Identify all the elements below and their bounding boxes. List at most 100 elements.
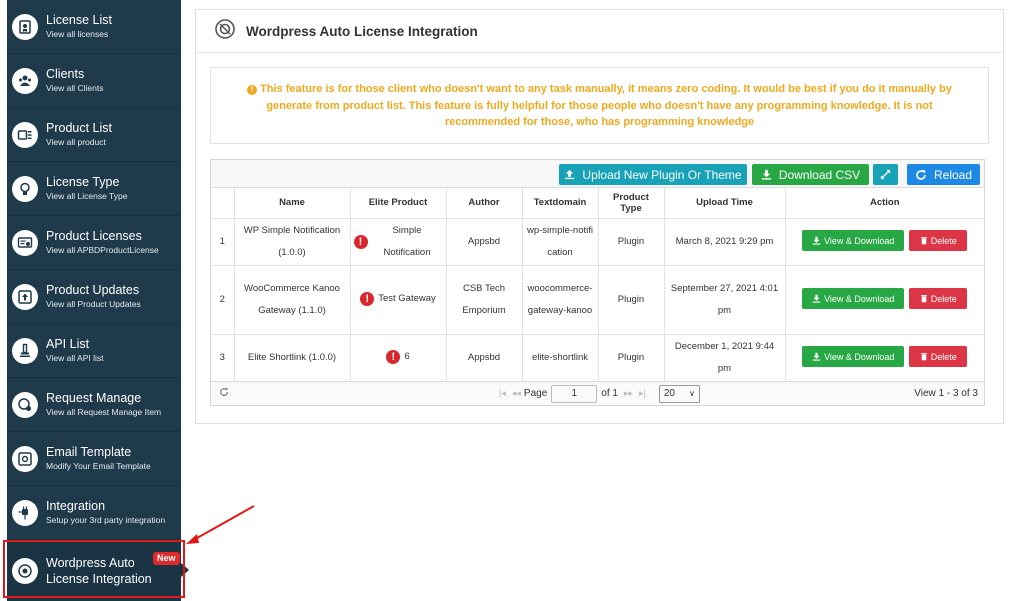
notice-box: ! This feature is for those client who do…: [210, 67, 989, 144]
sidebar-item-email-template[interactable]: Email Template Modify Your Email Template: [7, 432, 181, 486]
row-elite: ! Simple Notification: [350, 218, 447, 266]
delete-button[interactable]: Delete: [909, 346, 968, 368]
sidebar-item-title: Clients: [46, 66, 85, 81]
bulb-icon: [12, 175, 38, 202]
sidebar-item-subtitle: View all License Type: [46, 191, 128, 202]
row-textdomain: wp-simple-notification: [522, 218, 599, 266]
row-name: WP Simple Notification (1.0.0): [234, 218, 351, 266]
sidebar-item-subtitle: View all product: [46, 137, 106, 148]
pager: |◂ ◂◂ Page 1 of 1 ▸▸ ▸| 20 ∨ View 1 - 3 o…: [211, 381, 984, 405]
sidebar-item-title: License Type: [46, 174, 120, 189]
sidebar-item-subtitle: Setup your 3rd party integration: [46, 515, 166, 526]
sidebar-item-product-licenses[interactable]: Product Licenses View all APBDProductLice…: [7, 216, 181, 270]
row-type: Plugin: [598, 265, 665, 335]
sidebar-item-subtitle: View all Product Updates: [46, 299, 141, 310]
col-header-product-type[interactable]: Product Type: [598, 188, 665, 219]
view-download-button[interactable]: View & Download: [802, 288, 905, 310]
view-download-label: View & Download: [824, 351, 895, 362]
view-download-button[interactable]: View & Download: [802, 230, 905, 252]
row-actions: View & Download Delete: [785, 265, 984, 335]
license-table: Name Elite Product Author Textdomain Pro…: [211, 188, 984, 382]
delete-label: Delete: [930, 235, 957, 246]
delete-button[interactable]: Delete: [909, 230, 968, 252]
row-type: Plugin: [598, 334, 665, 382]
sidebar-item-title: API List: [46, 336, 90, 351]
col-header-action: Action: [785, 188, 984, 219]
refresh-pager-icon[interactable]: [219, 387, 229, 400]
sidebar-item-subtitle: View all APBDProductLicense: [46, 245, 159, 256]
row-elite-text: Simple Notification: [383, 224, 431, 258]
page-size-value: 20: [663, 388, 675, 399]
page-input[interactable]: 1: [551, 384, 598, 403]
table-header-row: Name Elite Product Author Textdomain Pro…: [211, 188, 984, 219]
page-size-select[interactable]: 20 ∨: [658, 384, 700, 403]
trash-icon: [920, 237, 927, 245]
col-header-name[interactable]: Name: [234, 188, 351, 219]
warning-icon: !: [247, 85, 258, 95]
settings-cog-icon: [12, 391, 38, 418]
sidebar-item-title: Product Licenses: [46, 228, 142, 243]
row-num: 3: [211, 334, 235, 382]
prev-page-icon[interactable]: ◂◂: [512, 388, 521, 399]
sidebar-item-subtitle: Modify Your Email Template: [46, 461, 151, 472]
trash-icon: [920, 295, 927, 303]
certificate-icon: [12, 229, 38, 256]
sidebar-item-title: Email Template: [46, 444, 132, 459]
sidebar-item-product-updates[interactable]: Product Updates View all Product Updates: [7, 270, 181, 324]
license-icon: [12, 13, 38, 40]
sidebar-item-license-list[interactable]: License List View all licenses: [7, 0, 181, 54]
sidebar-item-title: Product Updates: [46, 282, 140, 297]
next-page-icon[interactable]: ▸▸: [624, 388, 633, 399]
delete-button[interactable]: Delete: [909, 288, 968, 310]
row-elite: ! 6: [350, 334, 447, 382]
fullscreen-button[interactable]: [873, 164, 898, 185]
row-time: December 1, 2021 9:44 pm: [664, 334, 786, 382]
sidebar-item-license-type[interactable]: License Type View all License Type: [7, 162, 181, 216]
sidebar-item-api-list[interactable]: API List View all API list: [7, 324, 181, 378]
col-header-textdomain[interactable]: Textdomain: [522, 188, 599, 219]
last-page-icon[interactable]: ▸|: [639, 388, 646, 399]
row-elite-text: 6: [404, 351, 410, 362]
download-csv-label: Download CSV: [778, 167, 861, 182]
sidebar-item-title: License List: [46, 12, 113, 27]
col-header-elite-product[interactable]: Elite Product: [350, 188, 447, 219]
sidebar-item-subtitle: View all Request Manage Item: [46, 407, 162, 418]
sidebar-item-integration[interactable]: Integration Setup your 3rd party integrat…: [7, 486, 181, 540]
sidebar-item-subtitle: View all API list: [46, 353, 104, 364]
view-info: View 1 - 3 of 3: [914, 388, 978, 399]
exclamation-icon: !: [386, 350, 401, 364]
first-page-icon[interactable]: |◂: [499, 388, 506, 399]
row-elite: ! Test Gateway: [350, 265, 447, 335]
col-header-author[interactable]: Author: [446, 188, 523, 219]
view-download-label: View & Download: [824, 235, 895, 246]
api-icon: [12, 337, 38, 364]
sidebar-item-product-list[interactable]: Product List View all product: [7, 108, 181, 162]
row-name: WooCommerce Kanoo Gateway (1.1.0): [234, 265, 351, 335]
exclamation-icon: !: [360, 292, 375, 306]
view-download-button[interactable]: View & Download: [802, 346, 905, 368]
row-author: Appsbd: [446, 218, 523, 266]
upload-plugin-button[interactable]: Upload New Plugin Or Theme: [559, 164, 747, 185]
email-template-icon: [12, 445, 38, 472]
view-download-label: View & Download: [824, 293, 895, 304]
delete-label: Delete: [930, 351, 957, 362]
reload-button[interactable]: Reload: [907, 164, 980, 185]
upload-box-icon: [12, 283, 38, 310]
reload-label: Reload: [933, 167, 973, 182]
upload-icon: [565, 169, 575, 180]
row-name: Elite Shortlink (1.0.0): [234, 334, 351, 382]
col-header-upload-time[interactable]: Upload Time: [664, 188, 786, 219]
sidebar: License List View all licenses Clients Vie…: [7, 0, 181, 601]
notice-text: This feature is for those client who doe…: [260, 83, 952, 128]
download-icon: [761, 169, 771, 180]
sidebar-item-clients[interactable]: Clients View all Clients: [7, 54, 181, 108]
row-author: CSB Tech Emporium: [446, 265, 523, 335]
download-icon: [812, 295, 821, 304]
expand-icon: [880, 169, 891, 180]
row-time: September 27, 2021 4:01 pm: [664, 265, 786, 335]
row-num: 1: [211, 218, 235, 266]
download-csv-button[interactable]: Download CSV: [752, 164, 869, 185]
sidebar-item-request-manage[interactable]: Request Manage View all Request Manage It…: [7, 378, 181, 432]
row-elite-text: Test Gateway: [378, 293, 436, 304]
row-type: Plugin: [598, 218, 665, 266]
